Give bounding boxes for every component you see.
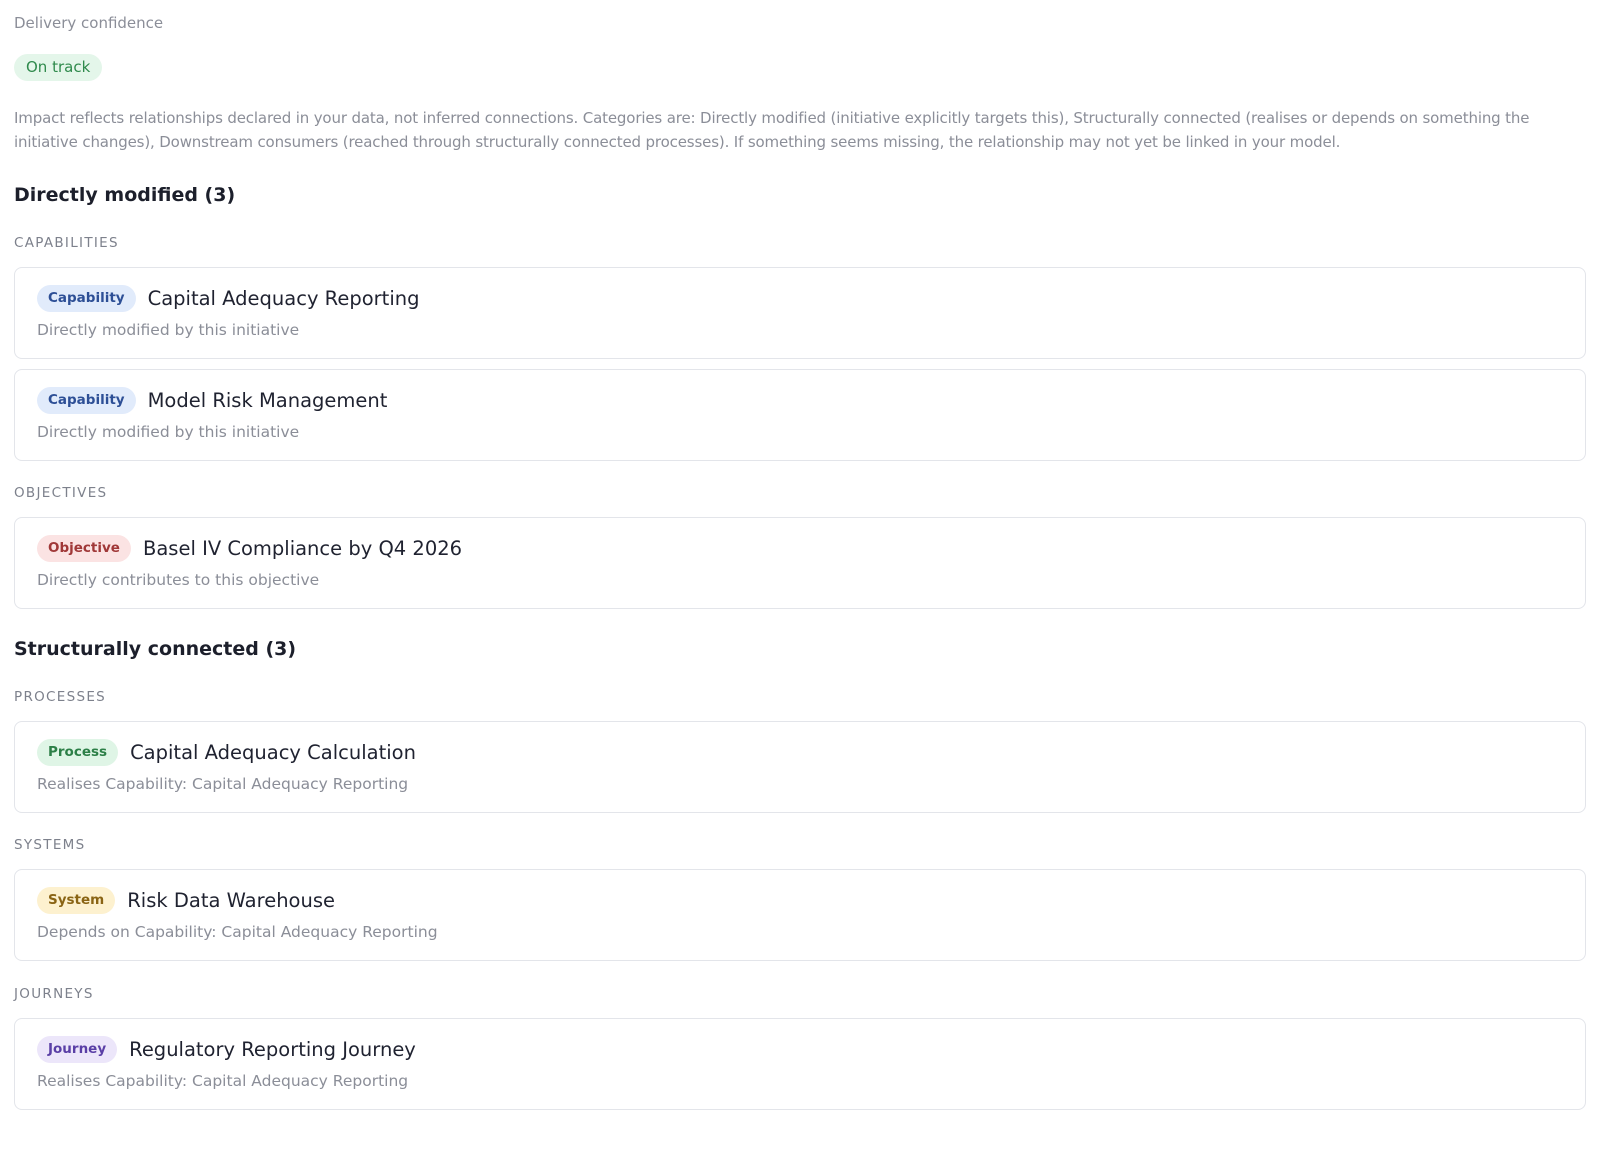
card-title[interactable]: Capital Adequacy Reporting [148,287,420,310]
impact-explanation: Impact reflects relationships declared i… [14,109,1530,151]
impact-card[interactable]: Journey Regulatory Reporting Journey Rea… [14,1018,1586,1110]
card-subtitle: Directly modified by this initiative [37,423,300,441]
type-badge: Capability [37,285,136,312]
group-label-objectives: OBJECTIVES [14,485,108,501]
card-subtitle: Depends on Capability: Capital Adequacy … [37,923,438,941]
impact-panel: Delivery confidence On track Impact refl… [0,0,1600,1152]
impact-card[interactable]: Objective Basel IV Compliance by Q4 2026… [14,517,1586,609]
impact-card[interactable]: Capability Capital Adequacy Reporting Di… [14,267,1586,359]
card-subtitle: Realises Capability: Capital Adequacy Re… [37,1072,409,1090]
type-badge: Journey [37,1036,118,1063]
group-label-capabilities: CAPABILITIES [14,235,119,251]
impact-card[interactable]: Process Capital Adequacy Calculation Rea… [14,721,1586,813]
card-title[interactable]: Basel IV Compliance by Q4 2026 [143,537,462,560]
card-title[interactable]: Risk Data Warehouse [127,889,335,912]
delivery-confidence-label: Delivery confidence [14,14,164,32]
type-badge: System [37,887,116,914]
section-heading-directly-modified: Directly modified (3) [14,184,236,206]
section-heading-structurally-connected: Structurally connected (3) [14,638,297,660]
group-label-processes: PROCESSES [14,689,107,705]
group-label-systems: SYSTEMS [14,837,86,853]
card-title[interactable]: Model Risk Management [148,389,388,412]
card-subtitle: Directly modified by this initiative [37,321,300,339]
impact-card[interactable]: System Risk Data Warehouse Depends on Ca… [14,869,1586,961]
type-badge: Capability [37,387,136,414]
card-subtitle: Realises Capability: Capital Adequacy Re… [37,775,409,793]
type-badge: Objective [37,535,131,562]
impact-card[interactable]: Capability Model Risk Management Directl… [14,369,1586,461]
card-title[interactable]: Capital Adequacy Calculation [130,741,416,764]
status-badge: On track [14,54,103,81]
group-label-journeys: JOURNEYS [14,986,94,1002]
type-badge: Process [37,739,119,766]
card-title[interactable]: Regulatory Reporting Journey [129,1038,416,1061]
card-subtitle: Directly contributes to this objective [37,571,320,589]
